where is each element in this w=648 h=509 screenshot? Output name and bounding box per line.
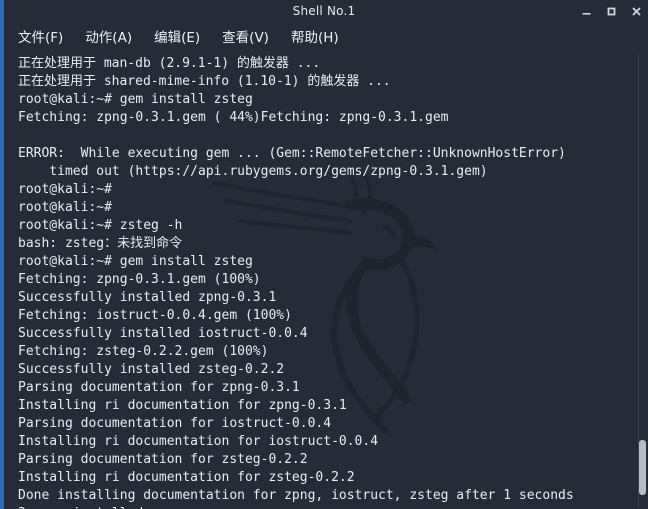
terminal-line: 正在处理用于 shared-mime-info (1.10-1) 的触发器 ..… xyxy=(18,74,391,89)
terminal-line: timed out (https://api.rubygems.org/gems… xyxy=(18,164,488,179)
terminal-line: Successfully installed iostruct-0.0.4 xyxy=(18,326,308,341)
scrollbar-thumb[interactable] xyxy=(639,440,646,495)
menu-actions[interactable]: 动作(A) xyxy=(85,23,132,53)
terminal-line: Successfully installed zsteg-0.2.2 xyxy=(18,362,285,377)
terminal-line: root@kali:~# gem install zsteg xyxy=(18,254,253,269)
terminal-line: 正在处理用于 man-db (2.9.1-1) 的触发器 ... xyxy=(18,56,321,71)
menu-file[interactable]: 文件(F) xyxy=(18,23,63,53)
window-title: Shell No.1 xyxy=(292,4,356,18)
terminal-line: Fetching: zpng-0.3.1.gem ( 44%)Fetching:… xyxy=(18,110,449,125)
terminal-line: Installing ri documentation for zsteg-0.… xyxy=(18,470,355,485)
terminal-line: bash: zsteg：未找到命令 xyxy=(18,236,183,251)
terminal-line: Parsing documentation for iostruct-0.0.4 xyxy=(18,416,332,431)
scrollbar-track[interactable] xyxy=(638,55,639,507)
terminal-line: root@kali:~# xyxy=(18,200,112,215)
terminal-window: Shell No.1 文件(F) 动作(A) 编辑(E) 查看(V) 帮助(H)… xyxy=(0,0,648,509)
terminal-line: Fetching: zsteg-0.2.2.gem (100%) xyxy=(18,344,269,359)
terminal-line: Successfully installed zpng-0.3.1 xyxy=(18,290,277,305)
menu-bar: 文件(F) 动作(A) 编辑(E) 查看(V) 帮助(H) xyxy=(0,23,648,53)
terminal-line: Fetching: zpng-0.3.1.gem (100%) xyxy=(18,272,261,287)
vertical-scrollbar[interactable] xyxy=(634,53,648,509)
minimize-icon[interactable] xyxy=(580,5,593,18)
terminal-line: Fetching: iostruct-0.0.4.gem (100%) xyxy=(18,308,292,323)
menu-view[interactable]: 查看(V) xyxy=(222,23,269,53)
terminal-line: root@kali:~# xyxy=(18,182,112,197)
terminal-line: root@kali:~# gem install zsteg xyxy=(18,92,253,107)
terminal-line: root@kali:~# zsteg -h xyxy=(18,218,183,233)
terminal-line: Done installing documentation for zpng, … xyxy=(18,488,574,503)
close-icon[interactable] xyxy=(630,5,643,18)
title-bar[interactable]: Shell No.1 xyxy=(0,0,648,23)
terminal-line: 3 gems installed xyxy=(18,505,648,509)
menu-edit[interactable]: 编辑(E) xyxy=(154,23,200,53)
terminal-line: Parsing documentation for zsteg-0.2.2 xyxy=(18,452,308,467)
terminal-line: Parsing documentation for zpng-0.3.1 xyxy=(18,380,300,395)
terminal-line: Installing ri documentation for zpng-0.3… xyxy=(18,398,347,413)
terminal-lines: 正在处理用于 man-db (2.9.1-1) 的触发器 ... 正在处理用于 s… xyxy=(4,53,648,509)
terminal-output-area[interactable]: 正在处理用于 man-db (2.9.1-1) 的触发器 ... 正在处理用于 s… xyxy=(4,53,648,509)
terminal-line: ERROR: While executing gem ... (Gem::Rem… xyxy=(18,146,566,161)
terminal-line: Installing ri documentation for iostruct… xyxy=(18,434,379,449)
window-controls xyxy=(580,0,643,23)
maximize-icon[interactable] xyxy=(605,5,618,18)
menu-help[interactable]: 帮助(H) xyxy=(291,23,339,53)
window-left-accent-stripe xyxy=(0,0,4,509)
